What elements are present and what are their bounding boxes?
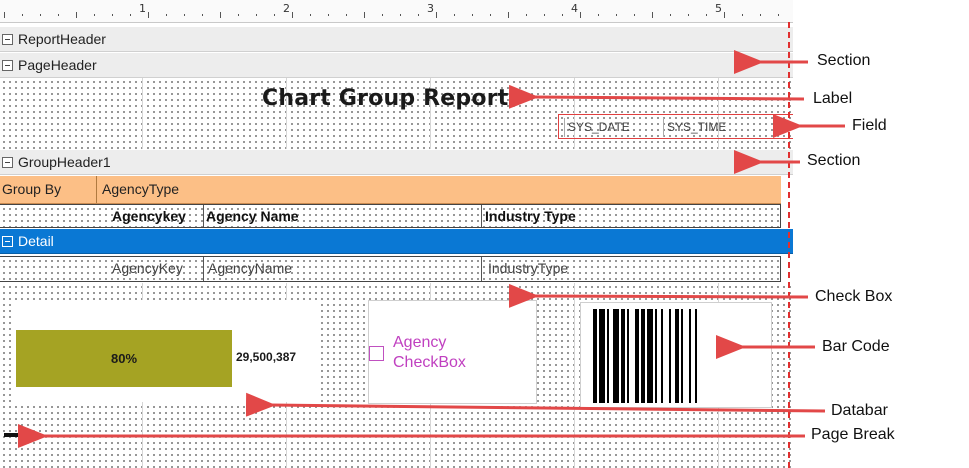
annotation-label: Label [813, 90, 853, 107]
arrow-check-box [508, 283, 809, 308]
annotation-databar: Databar [831, 402, 888, 419]
arrow-databar [245, 392, 826, 417]
arrow-label [508, 84, 805, 109]
annotation-arrows [17, 50, 845, 448]
annotation-section: Section [807, 152, 861, 169]
annotation-check-box: Check Box [815, 288, 893, 305]
annotation-page-break: Page Break [811, 426, 895, 443]
annotation-bar-code: Bar Code [822, 338, 890, 355]
annotation-section: Section [817, 52, 871, 69]
annotation-field: Field [852, 117, 887, 134]
